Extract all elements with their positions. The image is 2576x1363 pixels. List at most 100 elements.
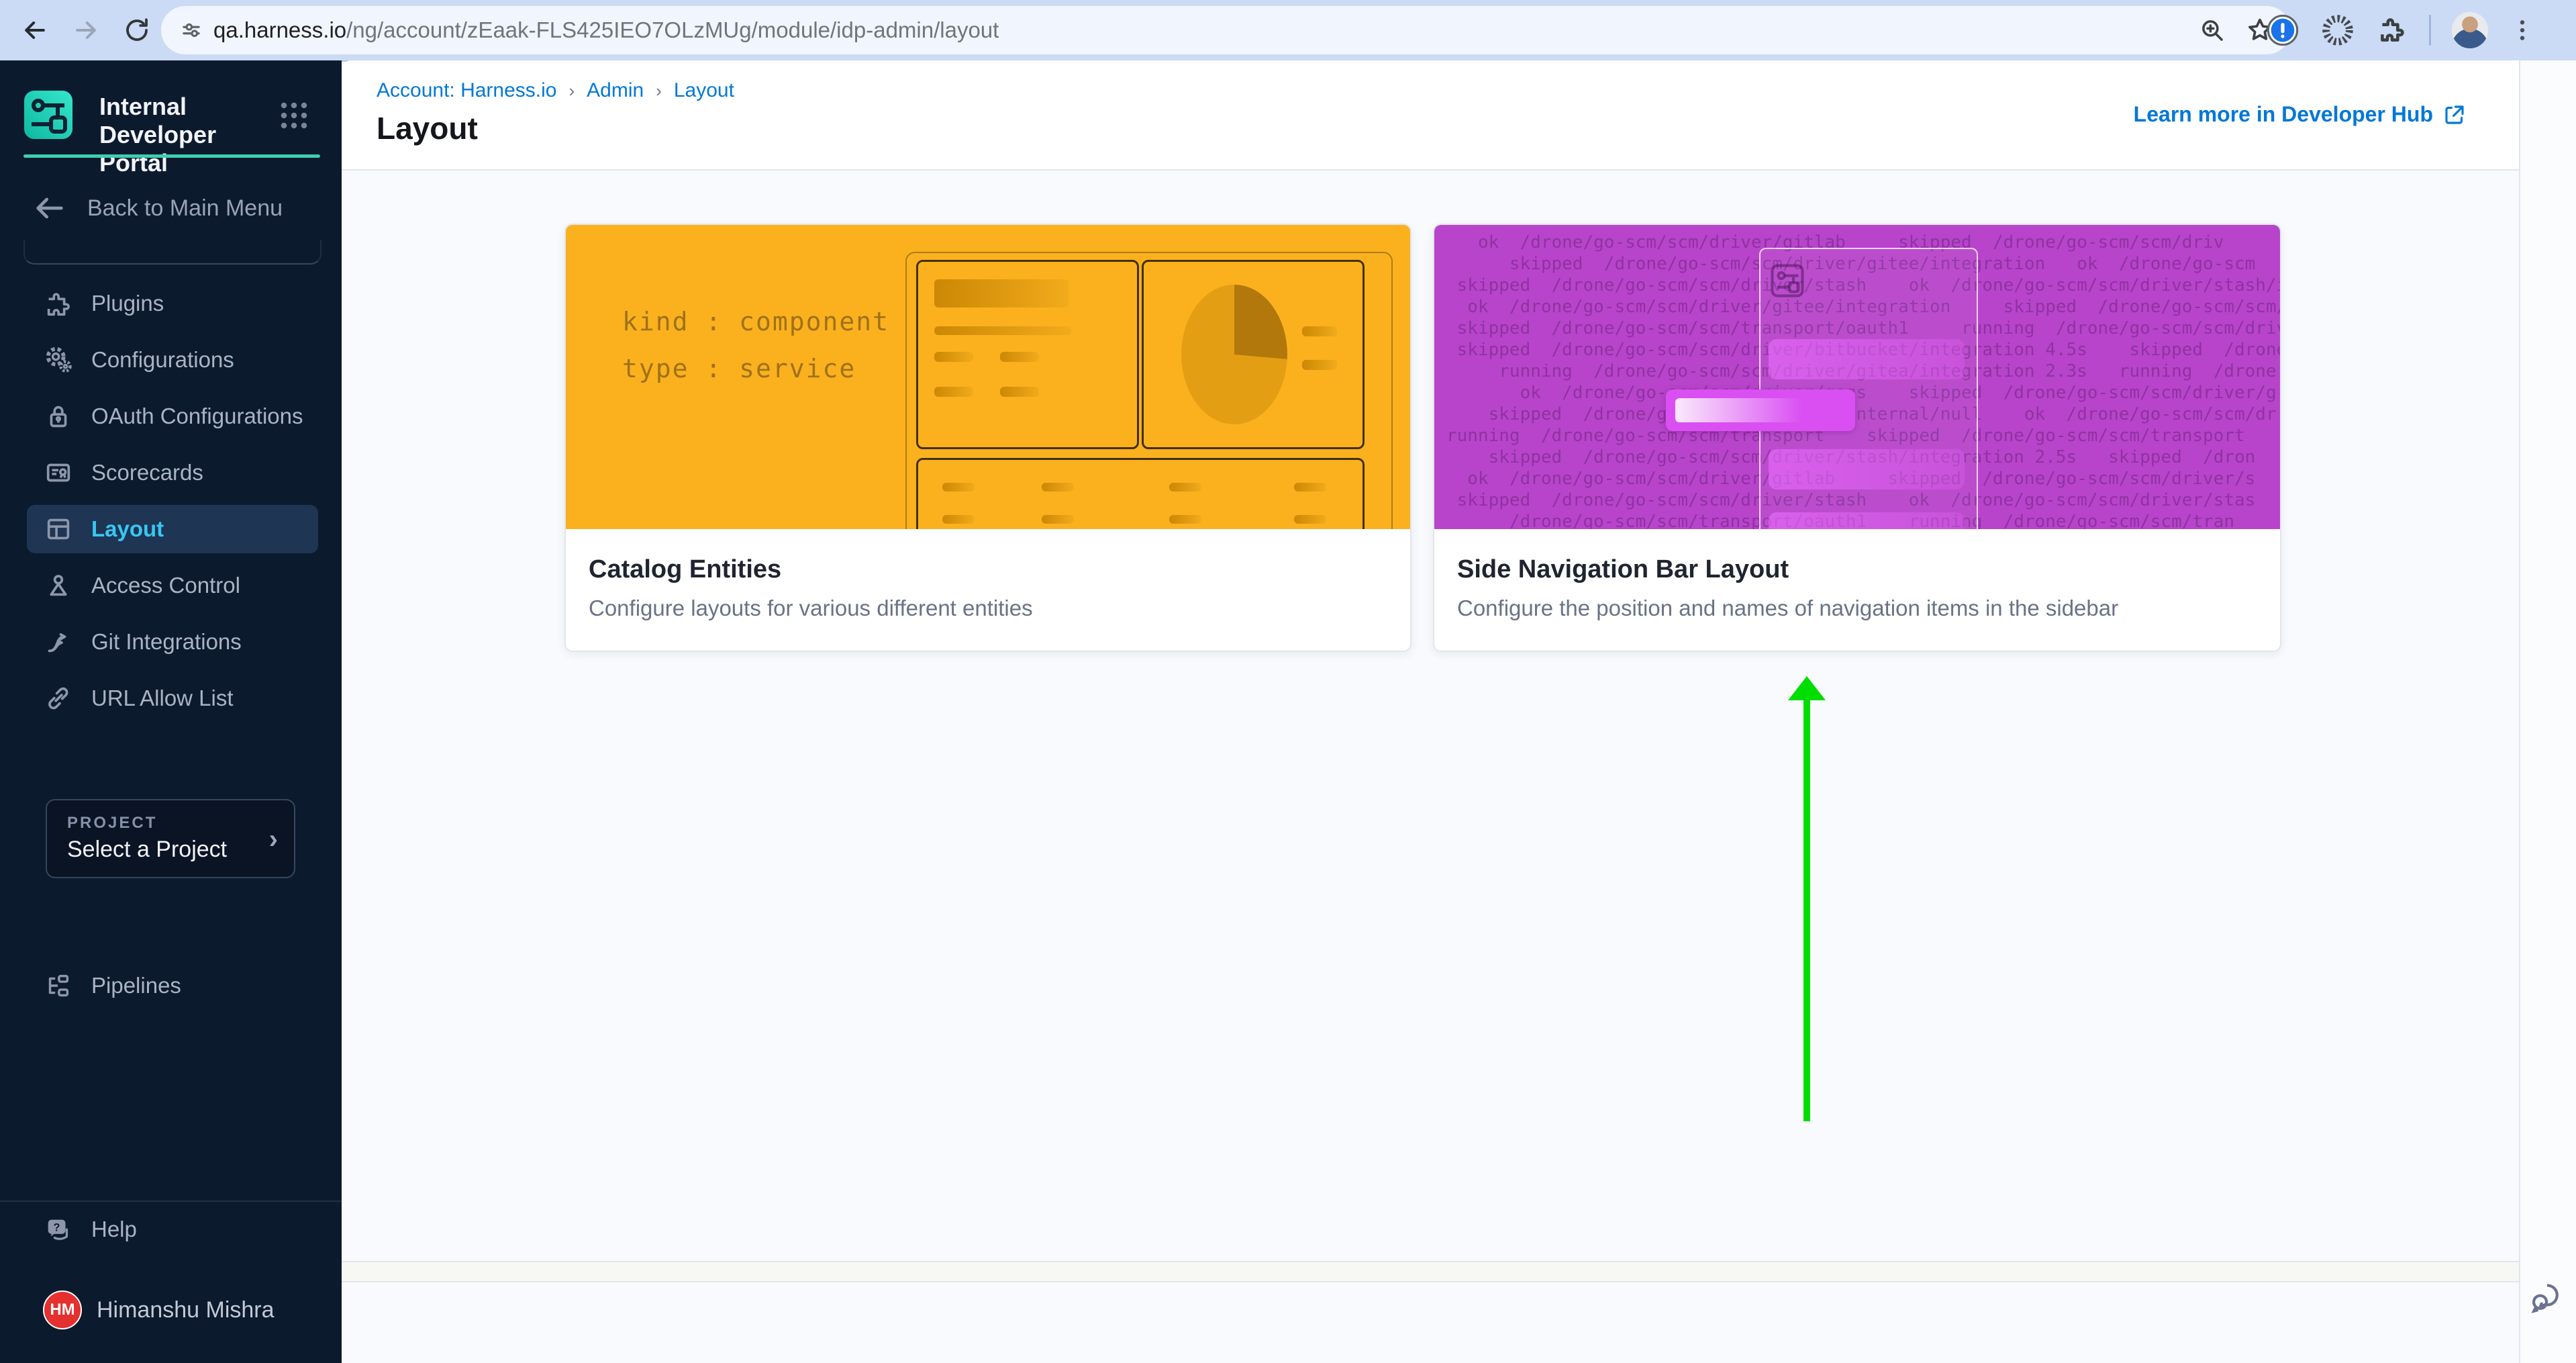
sidebar-item-label: Access Control (91, 573, 240, 598)
scorecard-icon (43, 457, 74, 488)
learn-more-link[interactable]: Learn more in Developer Hub (2134, 102, 2467, 127)
zoom-page-icon[interactable] (2198, 16, 2226, 44)
side-nav-illustration: ok /drone/go-scm/scm/driver/gitlab skipp… (1434, 225, 2280, 529)
card-description: Configure layouts for various different … (589, 596, 1033, 621)
idp-logo (24, 91, 72, 139)
pie-chart-shape (1181, 285, 1287, 424)
forward-icon (71, 15, 101, 45)
catalog-entities-card[interactable]: kind : component type : service (564, 224, 1411, 652)
user-avatar: HM (43, 1290, 82, 1329)
url-text[interactable]: qa.harness.io/ng/account/zEaak-FLS425IEO… (213, 17, 999, 43)
sidebar-item-oauth-configurations[interactable]: OAuth Configurations (27, 392, 318, 440)
back-icon (20, 15, 50, 45)
toolbar-separator (2429, 15, 2431, 46)
browser-profile-avatar[interactable] (2451, 11, 2489, 49)
layout-icon (43, 514, 74, 545)
project-selector-value: Select a Project (67, 837, 227, 863)
screen: qa.harness.io/ng/account/zEaak-FLS425IEO… (0, 0, 2576, 1363)
sidebar-item-plugins[interactable]: Plugins (27, 279, 318, 328)
breadcrumb-account[interactable]: Account: Harness.io (377, 79, 556, 102)
sidebar-item-label: Layout (91, 516, 164, 542)
chat-support-icon[interactable] (2528, 1278, 2567, 1316)
illustration-yaml-kind: kind : component (622, 307, 889, 336)
chevron-separator-icon: › (656, 81, 662, 101)
browser-menu-icon[interactable] (2509, 17, 2536, 44)
card-title: Catalog Entities (589, 555, 781, 584)
external-link-icon (2442, 103, 2467, 127)
toolbar-extensions-area (2265, 0, 2536, 60)
url-path: /ng/account/zEaak-FLS425IEO7OLzMUg/modul… (346, 17, 999, 42)
sidebar-item-access-control[interactable]: Access Control (27, 561, 318, 610)
back-to-main-menu[interactable]: Back to Main Menu (0, 189, 342, 227)
help-chat-icon: ? (43, 1214, 74, 1245)
svg-text:?: ? (54, 1221, 60, 1233)
green-up-arrow-annotation-line (1803, 698, 1810, 1121)
sidebar-item-label: Help (91, 1217, 137, 1242)
breadcrumb-layout[interactable]: Layout (674, 79, 734, 102)
git-branch-icon (43, 626, 74, 657)
right-gutter (2519, 60, 2576, 1363)
page-header: Account: Harness.io › Admin › Layout Lay… (342, 60, 2519, 171)
card-description: Configure the position and names of navi… (1457, 596, 2118, 621)
browser-back-button[interactable] (13, 0, 56, 60)
user-profile[interactable]: HM Himanshu Mishra (43, 1290, 275, 1329)
sidebar-item-url-allow-list[interactable]: URL Allow List (27, 674, 318, 722)
illustration-nav-bar (1769, 449, 1965, 489)
illustration-dragged-nav-bar (1666, 389, 1855, 431)
breadcrumb-admin[interactable]: Admin (587, 79, 644, 102)
illustration-panel-chart (1142, 260, 1365, 449)
project-selector[interactable]: PROJECT Select a Project › (46, 799, 295, 878)
pipelines-icon (43, 970, 74, 1001)
product-title: Internal Developer Portal (99, 93, 281, 177)
lock-icon (43, 401, 74, 432)
sidebar-bottom-divider (0, 1201, 342, 1202)
back-to-main-menu-label: Back to Main Menu (87, 195, 283, 222)
chevron-right-icon: › (269, 825, 278, 855)
catalog-entities-illustration: kind : component type : service (566, 225, 1410, 529)
address-bar[interactable]: qa.harness.io/ng/account/zEaak-FLS425IEO… (161, 6, 2291, 54)
sidebar-item-pipelines[interactable]: Pipelines (27, 961, 318, 1010)
browser-reload-button[interactable] (115, 0, 158, 60)
onepassword-extension-icon[interactable] (2265, 13, 2300, 48)
reload-icon (123, 16, 151, 44)
configurations-icon (43, 344, 74, 375)
sidebar: Internal Developer Portal Back to Main M… (0, 60, 342, 1363)
module-grid-icon[interactable] (274, 95, 314, 136)
sidebar-item-label: URL Allow List (91, 686, 234, 711)
extensions-puzzle-icon[interactable] (2375, 13, 2409, 47)
browser-forward-button[interactable] (64, 0, 107, 60)
url-host: qa.harness.io (213, 17, 346, 42)
illustration-nav-bar (1769, 512, 1965, 529)
sidebar-item-label: Configurations (91, 347, 234, 373)
layout-page-body: kind : component type : service (342, 171, 2519, 1363)
sidebar-item-git-integrations[interactable]: Git Integrations (27, 618, 318, 666)
sidebar-item-label: Git Integrations (91, 629, 242, 655)
content-footer-band (342, 1261, 2519, 1282)
illustration-panel-about (916, 260, 1139, 449)
card-title: Side Navigation Bar Layout (1457, 555, 1789, 584)
illustration-yaml-type: type : service (622, 354, 856, 383)
sidebar-item-label: Scorecards (91, 460, 203, 485)
side-navigation-bar-layout-card[interactable]: ok /drone/go-scm/scm/driver/gitlab skipp… (1433, 224, 2281, 652)
sidebar-item-help[interactable]: ? Help (27, 1205, 318, 1254)
breadcrumb: Account: Harness.io › Admin › Layout (377, 79, 734, 102)
main-content: Account: Harness.io › Admin › Layout Lay… (342, 60, 2519, 1363)
sidebar-item-configurations[interactable]: Configurations (27, 336, 318, 384)
chevron-separator-icon: › (568, 81, 575, 101)
illustration-idp-logo-outline (1769, 263, 1805, 299)
link-icon (43, 683, 74, 714)
sidebar-item-layout[interactable]: Layout (27, 505, 318, 553)
sidebar-item-scorecards[interactable]: Scorecards (27, 449, 318, 497)
sidebar-item-label: Pipelines (91, 973, 181, 998)
teal-accent-divider (23, 154, 320, 158)
arrow-left-icon (32, 191, 67, 226)
illustration-panel-table (916, 458, 1365, 529)
site-settings-icon[interactable] (179, 17, 204, 43)
project-selector-label: PROJECT (67, 814, 157, 833)
plugins-icon (43, 288, 74, 319)
browser-toolbar: qa.harness.io/ng/account/zEaak-FLS425IEO… (0, 0, 2576, 62)
learn-more-label: Learn more in Developer Hub (2134, 102, 2433, 127)
green-up-arrow-annotation (1788, 676, 1826, 700)
sidebar-curved-divider (23, 240, 321, 265)
spinner-extension-icon[interactable] (2320, 13, 2355, 48)
